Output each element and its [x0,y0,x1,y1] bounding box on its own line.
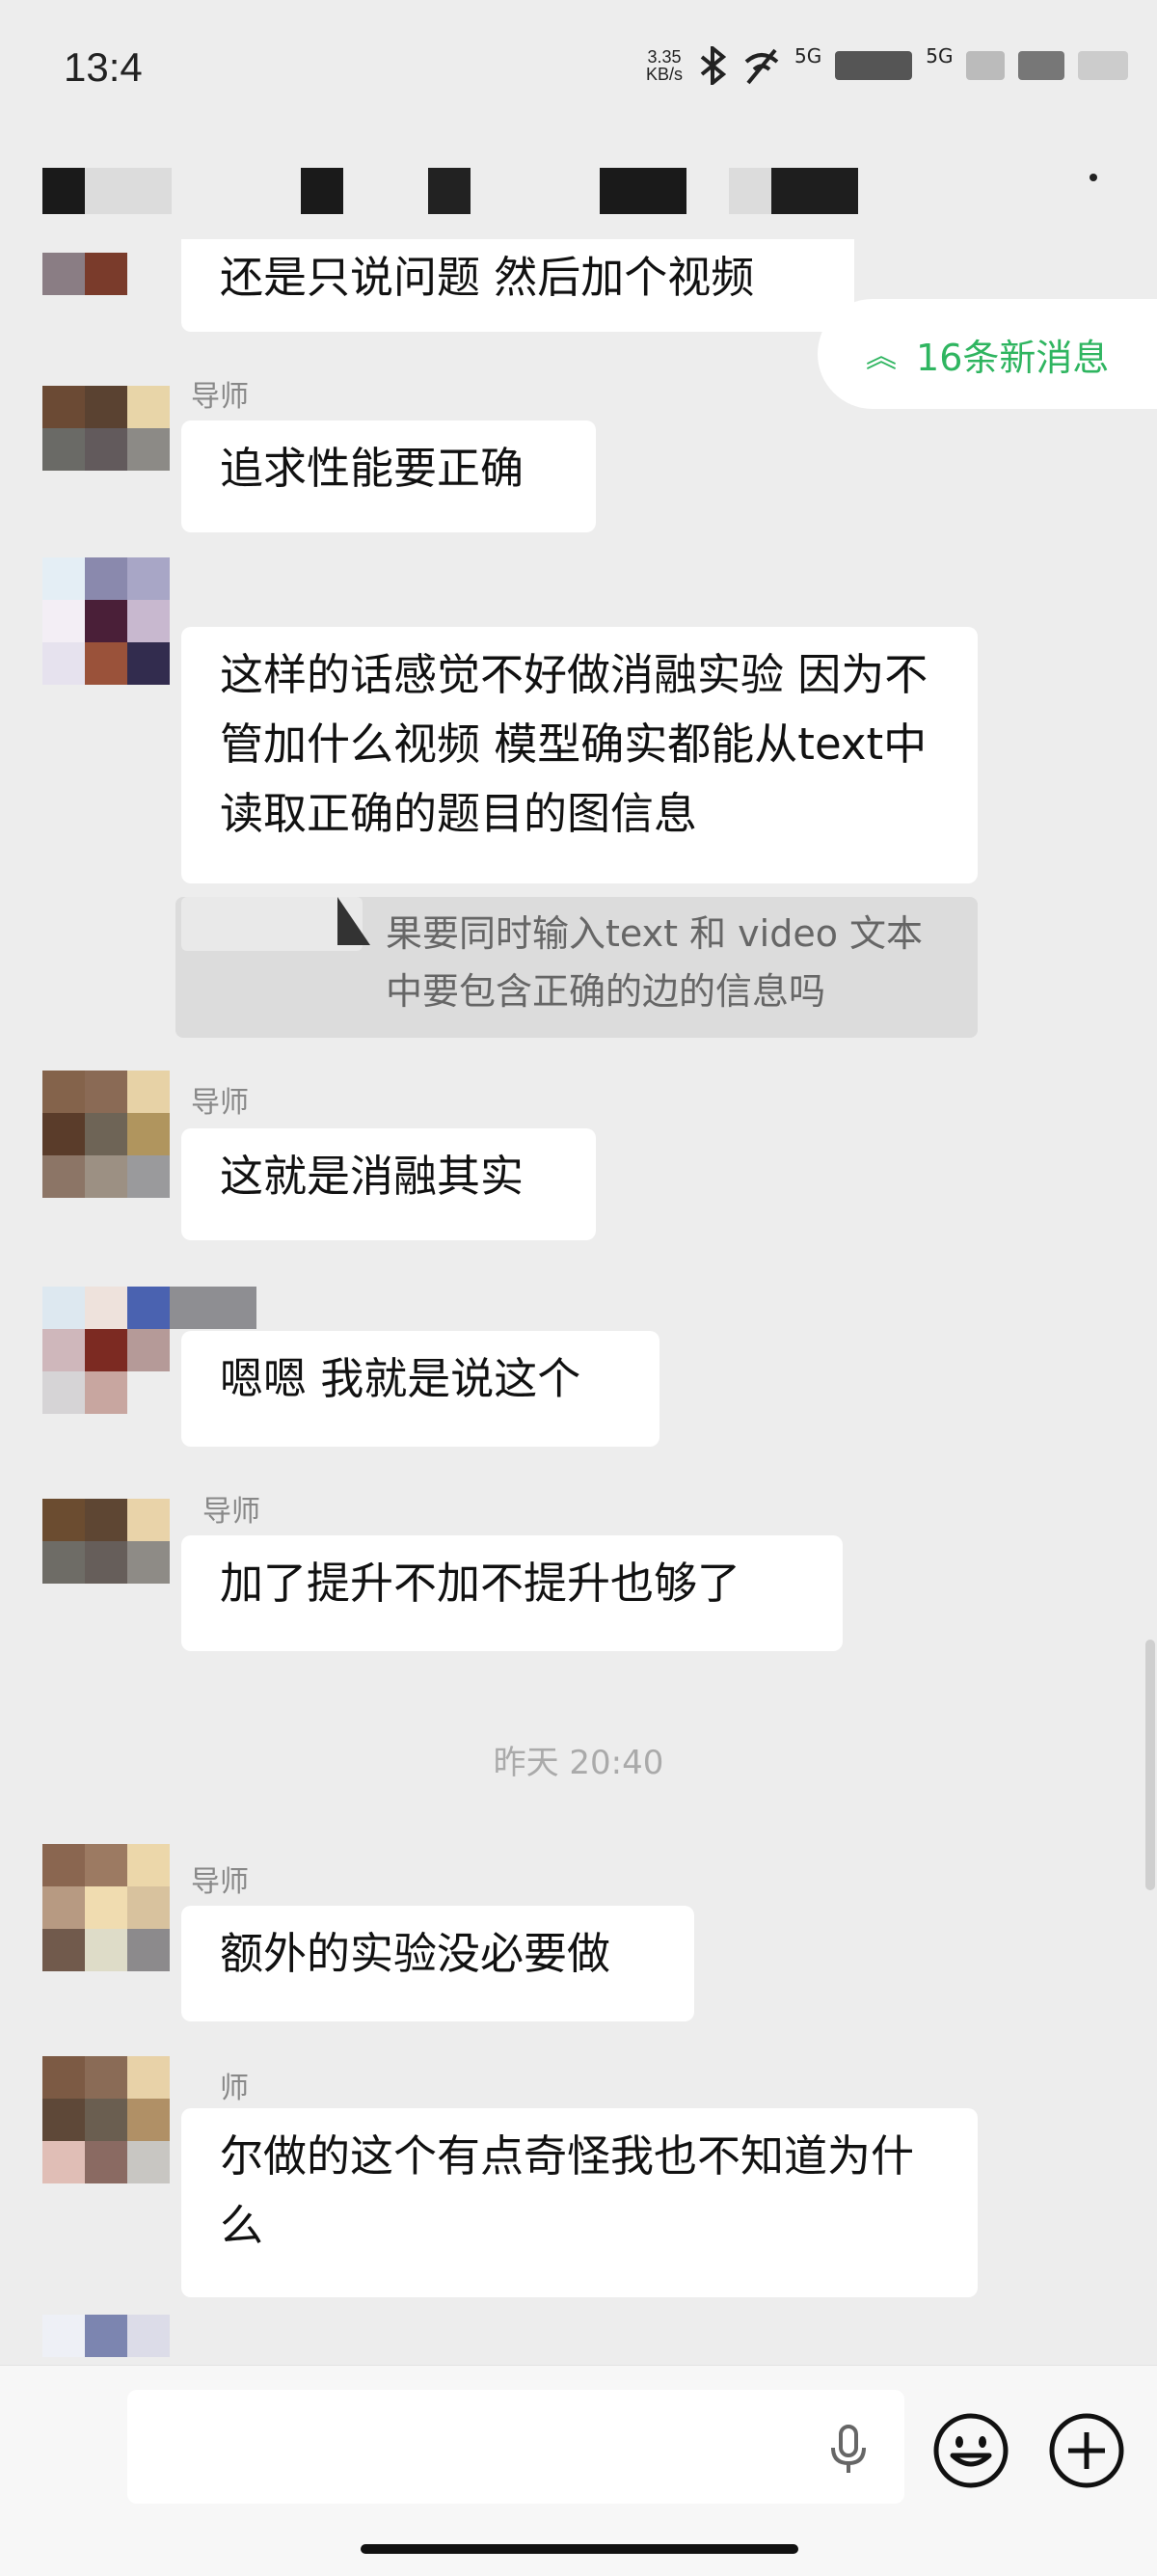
message-bubble[interactable]: 这样的话感觉不好做消融实验 因为不管加什么视频 模型确实都能从text中读取正确… [181,627,978,883]
message-bubble[interactable]: 嗯嗯 我就是说这个 [181,1331,659,1447]
more-functions-icon[interactable] [1047,2411,1126,2490]
avatar[interactable] [42,1844,170,1971]
avatar-extra-pixels [170,1287,256,1329]
avatar[interactable] [42,2315,170,2357]
status-time: 13:4 [64,44,143,90]
message-bubble[interactable]: 追求性能要正确 [181,420,596,532]
avatar[interactable] [42,386,170,471]
network-speed: 3.35 KB/s [646,48,683,83]
message-bubble[interactable]: 加了提升不加不提升也够了 [181,1535,843,1651]
sender-name: 导师 [191,380,249,414]
avatar[interactable] [42,253,170,295]
quote-sender-blurred [181,897,363,951]
sender-name: 师 [220,2072,249,2105]
signal-bars-blurred [835,51,913,80]
chat-title-pixelated [0,164,1157,222]
message-bubble[interactable]: 额外的实验没必要做 [181,1906,694,2021]
scrollbar-thumb[interactable] [1145,1640,1155,1890]
battery-level-blurred [1078,51,1129,80]
battery-blurred [1018,51,1065,80]
signal-bars-blurred-2 [966,51,1006,80]
network-speed-value: 3.35 [647,47,682,67]
avatar[interactable] [42,557,170,685]
signal-5g-label-2: 5G [926,44,954,68]
home-indicator[interactable] [361,2544,798,2554]
emoji-icon[interactable] [931,2411,1010,2490]
chevron-double-up-icon: ︽ [866,338,898,374]
bluetooth-icon [700,46,727,85]
voice-input-icon[interactable] [820,2421,877,2479]
status-indicators: 3.35 KB/s 5G 5G [646,44,1129,87]
sender-name: 导师 [191,1865,249,1899]
sender-name: 导师 [202,1495,260,1529]
message-bubble[interactable]: 尔做的这个有点奇怪我也不知道为什么 [181,2108,978,2297]
new-messages-button[interactable]: ︽ 16条新消息 [818,299,1157,409]
wifi-off-icon [744,48,779,85]
message-bubble[interactable]: 还是只说问题 然后加个视频 [181,239,854,332]
avatar[interactable] [42,1499,170,1584]
avatar[interactable] [42,1287,170,1414]
avatar[interactable] [42,2056,170,2183]
message-timestamp: 昨天 20:40 [493,1744,664,1782]
signal-5g-label: 5G [794,44,822,68]
message-bubble[interactable]: 这就是消融其实 [181,1128,596,1240]
new-messages-label: 16条新消息 [916,336,1110,379]
sender-name: 导师 [191,1086,249,1120]
quote-arrow-icon [337,897,370,945]
avatar[interactable] [42,1071,170,1198]
more-options-button[interactable] [1090,174,1097,181]
message-input[interactable] [127,2390,904,2504]
network-speed-unit: KB/s [646,65,684,84]
